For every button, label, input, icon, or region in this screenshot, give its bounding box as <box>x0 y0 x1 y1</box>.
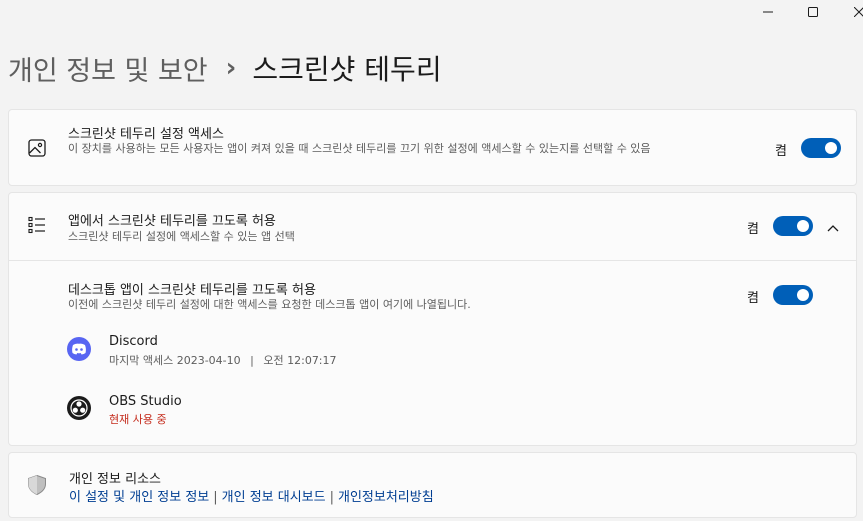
title-bar <box>0 0 863 24</box>
minimize-icon <box>763 7 773 17</box>
allow-apps-toggle[interactable] <box>773 216 813 236</box>
link-separator: | <box>213 490 218 505</box>
shield-icon <box>25 473 49 497</box>
access-settings-state: 켬 <box>775 144 787 159</box>
collapse-chevron-button[interactable] <box>825 218 841 234</box>
privacy-links: 이 설정 및 개인 정보 정보 | 개인 정보 대시보드 | 개인정보처리방침 <box>69 486 434 505</box>
checklist-icon <box>26 214 48 236</box>
breadcrumb-separator: › <box>225 53 237 83</box>
meta-separator: | <box>250 354 254 367</box>
app-last-access-discord: 마지막 액세스 2023-04-10 | 오전 12:07:17 <box>109 352 337 368</box>
toggle-knob <box>825 142 837 154</box>
toggle-knob <box>797 220 809 232</box>
desktop-apps-toggle[interactable] <box>773 285 813 305</box>
allow-apps-state: 켬 <box>747 222 759 237</box>
close-icon <box>854 7 863 17</box>
app-name-discord: Discord <box>109 334 158 349</box>
discord-icon <box>67 337 91 361</box>
breadcrumb: 개인 정보 및 보안 › 스크린샷 테두리 <box>8 48 442 88</box>
link-privacy-statement[interactable]: 개인정보처리방침 <box>338 490 434 505</box>
access-settings-description: 이 장치를 사용하는 모든 사용자는 앱이 켜져 있을 때 스크린샷 테두리를 … <box>68 142 651 155</box>
desktop-apps-title: 데스크톱 앱이 스크린샷 테두리를 끄도록 허용 <box>68 283 316 298</box>
privacy-resources-card: 개인 정보 리소스 이 설정 및 개인 정보 정보 | 개인 정보 대시보드 | 개인정… <box>8 452 857 518</box>
access-settings-card: 스크린샷 테두리 설정 액세스 이 장치를 사용하는 모든 사용자는 앱이 켜져… <box>8 109 857 186</box>
section-divider <box>9 260 856 261</box>
access-settings-title: 스크린샷 테두리 설정 액세스 <box>68 127 224 142</box>
maximize-button[interactable] <box>790 0 836 24</box>
allow-apps-description: 스크린샷 테두리 설정에 액세스할 수 있는 앱 선택 <box>68 230 295 243</box>
toggle-knob <box>797 289 809 301</box>
page-title: 스크린샷 테두리 <box>252 53 442 86</box>
breadcrumb-parent[interactable]: 개인 정보 및 보안 <box>8 49 208 88</box>
close-button[interactable] <box>836 0 863 24</box>
link-separator: | <box>329 490 334 505</box>
desktop-apps-description: 이전에 스크린샷 테두리 설정에 대한 액세스를 요청한 데스크톱 앱이 여기에… <box>68 298 471 311</box>
last-access-label: 마지막 액세스 <box>109 354 174 367</box>
obs-icon <box>67 396 91 420</box>
last-access-date: 2023-04-10 <box>176 354 241 367</box>
privacy-resources-title: 개인 정보 리소스 <box>69 472 161 487</box>
screenshot-image-icon <box>26 137 48 159</box>
allow-apps-title: 앱에서 스크린샷 테두리를 끄도록 허용 <box>68 214 276 229</box>
last-access-time: 오전 12:07:17 <box>263 354 337 367</box>
desktop-apps-state: 켬 <box>747 291 759 306</box>
app-name-obs: OBS Studio <box>109 394 182 409</box>
allow-apps-card: 앱에서 스크린샷 테두리를 끄도록 허용 스크린샷 테두리 설정에 액세스할 수… <box>8 192 857 446</box>
chevron-up-icon <box>827 217 839 236</box>
access-settings-toggle[interactable] <box>801 138 841 158</box>
minimize-button[interactable] <box>745 0 791 24</box>
link-privacy-dashboard[interactable]: 개인 정보 대시보드 <box>222 490 326 505</box>
app-status-obs: 현재 사용 중 <box>109 413 167 426</box>
link-settings-privacy-info[interactable]: 이 설정 및 개인 정보 정보 <box>69 490 209 505</box>
maximize-icon <box>808 7 818 17</box>
